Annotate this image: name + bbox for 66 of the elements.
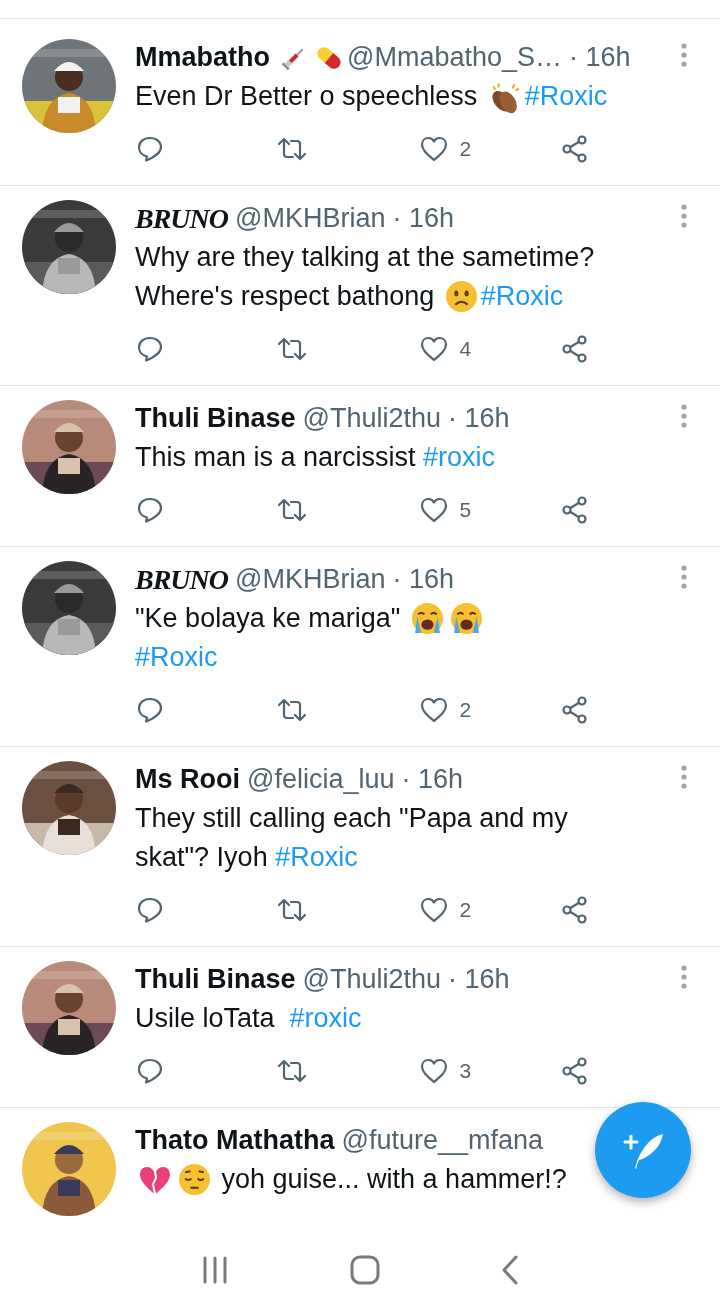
user-handle: @Thuli2thu: [302, 964, 441, 995]
tweet-time: · 16h: [392, 564, 454, 595]
user-handle: @Mmabatho_S…: [347, 42, 562, 73]
retweet-icon[interactable]: [278, 498, 307, 522]
tweet-time: · 16h: [392, 203, 454, 234]
user-handle: @MKHBrian: [235, 203, 386, 234]
like-icon[interactable]: [419, 697, 448, 723]
share-icon[interactable]: [560, 135, 589, 163]
tweet-text: Even Dr Better o speechless: [135, 81, 479, 112]
compose-button[interactable]: [595, 1102, 691, 1198]
user-name[interactable]: Thato Mathatha: [135, 1125, 335, 1156]
user-name[interactable]: BRUNO: [135, 563, 228, 596]
reply-icon[interactable]: [137, 136, 163, 162]
crying-face-icon: [449, 602, 483, 635]
like-icon[interactable]: [419, 136, 448, 162]
like-icon[interactable]: [419, 1058, 448, 1084]
user-name[interactable]: Ms Rooi: [135, 764, 240, 795]
frowning-face-icon: [444, 280, 478, 313]
like-count: 2: [459, 698, 472, 722]
tweet-time: · 16h: [569, 42, 631, 73]
share-icon[interactable]: [560, 896, 589, 924]
share-icon[interactable]: [560, 696, 589, 724]
like-count: 4: [459, 337, 472, 361]
retweet-icon[interactable]: [278, 1059, 307, 1083]
user-name[interactable]: Thuli Binase: [135, 964, 296, 995]
like-count: 2: [459, 898, 472, 922]
home-icon[interactable]: [350, 1254, 380, 1285]
reply-icon[interactable]: [137, 897, 163, 923]
user-handle: @MKHBrian: [235, 564, 386, 595]
like-count: 5: [459, 498, 472, 522]
tweet-time: · 16h: [448, 403, 510, 434]
reply-icon[interactable]: [137, 697, 163, 723]
tweet-time: · 16h: [448, 964, 510, 995]
crying-face-icon: [410, 602, 444, 635]
user-handle: @felicia_luu: [247, 764, 395, 795]
tweet-text: "Ke bolaya ke mariga": [135, 603, 402, 634]
tweet-text: Where's respect bathong: [135, 281, 436, 312]
user-handle: @future__mfana: [341, 1125, 544, 1156]
reply-icon[interactable]: [137, 1058, 163, 1084]
tweet-text: Usile loTata: [135, 1003, 276, 1034]
tweet-text: yoh guise... with a hammer!?: [220, 1164, 567, 1195]
reply-icon[interactable]: [137, 497, 163, 523]
retweet-icon[interactable]: [278, 137, 307, 161]
retweet-icon[interactable]: [278, 898, 307, 922]
tweet-time: · 16h: [401, 764, 464, 795]
share-icon[interactable]: [560, 1057, 589, 1085]
like-icon[interactable]: [419, 497, 448, 523]
tweet-text: skat"? Iyoh: [135, 842, 269, 873]
pensive-face-icon: [178, 1163, 211, 1196]
share-icon[interactable]: [560, 496, 589, 524]
like-count: 3: [459, 1059, 472, 1083]
like-icon[interactable]: [419, 336, 448, 362]
user-name[interactable]: Mmabatho: [135, 42, 270, 73]
back-icon[interactable]: [501, 1254, 520, 1285]
tweet-text: They still calling each "Papa and my: [135, 803, 568, 834]
like-icon[interactable]: [419, 897, 448, 923]
user-handle: @Thuli2thu: [302, 403, 441, 434]
reply-icon[interactable]: [137, 336, 163, 362]
like-count: 2: [459, 137, 472, 161]
user-name[interactable]: Thuli Binase: [135, 403, 296, 434]
retweet-icon[interactable]: [278, 337, 307, 361]
tweet-text: Why are they talking at the sametime?: [135, 242, 595, 273]
retweet-icon[interactable]: [278, 698, 307, 722]
tweet-text: This man is a narcissist: [135, 442, 417, 473]
share-icon[interactable]: [560, 335, 589, 363]
user-name[interactable]: BRUNO: [135, 202, 228, 235]
